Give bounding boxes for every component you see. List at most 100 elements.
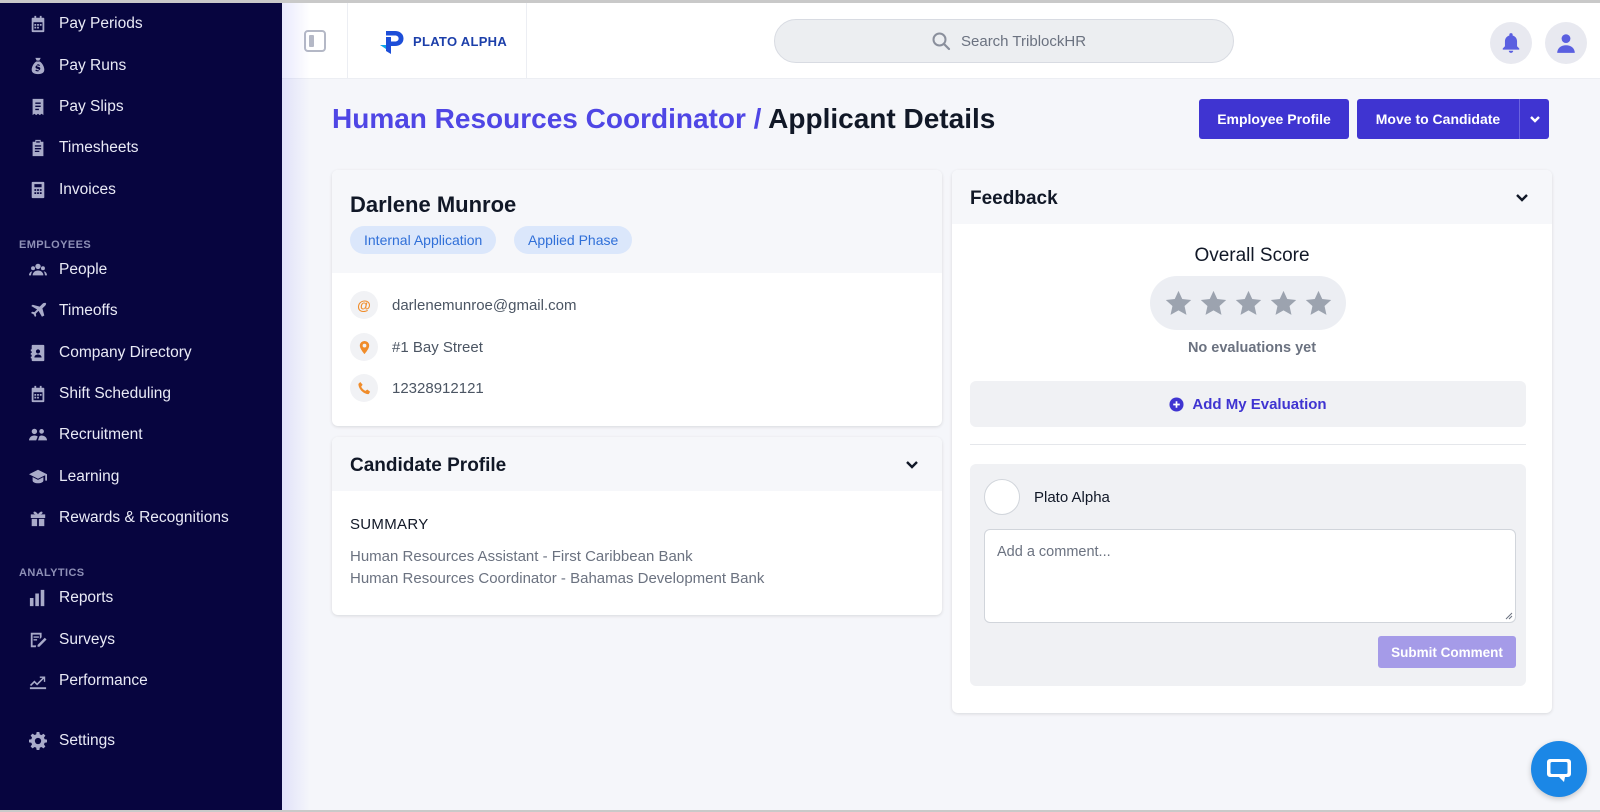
sidebar-item-pay-periods[interactable]: Pay Periods <box>0 8 282 40</box>
address-book-icon <box>28 343 48 363</box>
section-title-analytics: ANALYTICS <box>19 567 85 579</box>
top-bar: PLATO ALPHA <box>282 3 1600 79</box>
star-icon[interactable] <box>1234 289 1263 318</box>
logo-text: PLATO ALPHA <box>413 33 508 49</box>
plato-alpha-logo-icon <box>380 31 404 54</box>
divider <box>347 3 348 79</box>
submit-comment-button[interactable]: Submit Comment <box>1378 636 1516 668</box>
notifications-button[interactable] <box>1490 22 1532 64</box>
logo[interactable]: PLATO ALPHA <box>377 25 507 57</box>
trend-line-icon <box>28 671 48 691</box>
calculator-icon <box>28 180 48 200</box>
section-title-employees: EMPLOYEES <box>19 239 92 251</box>
sidebar-item-label: Learning <box>59 468 120 485</box>
applicant-card: Darlene Munroe Internal Application Appl… <box>332 170 942 426</box>
sidebar-item-reports[interactable]: Reports <box>0 582 282 614</box>
comment-input[interactable] <box>984 529 1516 623</box>
chevron-down-icon <box>1529 116 1540 123</box>
sidebar-item-label: Pay Slips <box>59 98 124 115</box>
candidate-profile-card: Candidate Profile SUMMARY Human Resource… <box>332 437 942 615</box>
applicant-name: Darlene Munroe <box>350 192 517 217</box>
chevron-down-icon[interactable] <box>904 456 920 472</box>
sidebar-item-pay-runs[interactable]: Pay Runs <box>0 50 282 82</box>
gift-icon <box>28 508 48 528</box>
avatar <box>984 479 1020 515</box>
phone-icon <box>350 374 378 402</box>
search-bar[interactable] <box>774 19 1234 63</box>
bar-chart-icon <box>28 588 48 608</box>
email-row: @ darlenemunroe@gmail.com <box>350 291 576 319</box>
sidebar-item-label: Performance <box>59 672 148 689</box>
resize-handle-icon[interactable] <box>1505 612 1513 620</box>
badge-applied-phase: Applied Phase <box>514 226 633 254</box>
sidebar-item-learning[interactable]: Learning <box>0 461 282 493</box>
sidebar-item-company-directory[interactable]: Company Directory <box>0 337 282 369</box>
at-sign-icon: @ <box>350 291 378 319</box>
chevron-down-icon[interactable] <box>1514 189 1530 205</box>
sidebar-item-label: Shift Scheduling <box>59 385 172 402</box>
feedback-card: Feedback Overall Score No evaluations ye… <box>952 170 1552 713</box>
sidebar-item-timeoffs[interactable]: Timeoffs <box>0 295 282 327</box>
sidebar-item-label: Timesheets <box>59 139 139 156</box>
sidebar-item-performance[interactable]: Performance <box>0 665 282 697</box>
applicant-phone[interactable]: 12328912121 <box>392 380 484 397</box>
applicant-email[interactable]: darlenemunroe@gmail.com <box>392 297 576 314</box>
sidebar-item-label: Timeoffs <box>59 302 118 319</box>
sidebar-item-surveys[interactable]: Surveys <box>0 624 282 656</box>
star-icon[interactable] <box>1164 289 1193 318</box>
summary-line: Human Resources Coordinator - Bahamas De… <box>350 570 765 587</box>
sidebar-item-people[interactable]: People <box>0 254 282 286</box>
user-profile-button[interactable] <box>1545 22 1587 64</box>
sidebar-item-recruitment[interactable]: Recruitment <box>0 419 282 451</box>
gear-icon <box>28 731 48 751</box>
add-evaluation-button[interactable]: Add My Evaluation <box>970 381 1526 427</box>
star-icon[interactable] <box>1304 289 1333 318</box>
summary-label: SUMMARY <box>350 516 429 533</box>
recruitment-icon <box>28 425 48 445</box>
sidebar-toggle-icon[interactable] <box>304 30 326 52</box>
overall-score-label: Overall Score <box>1194 245 1310 266</box>
candidate-profile-title: Candidate Profile <box>350 455 507 476</box>
map-pin-icon <box>350 333 378 361</box>
sidebar-item-label: Settings <box>59 732 116 749</box>
clipboard-icon <box>28 138 48 158</box>
graduation-cap-icon <box>28 467 48 487</box>
sidebar-item-pay-slips[interactable]: Pay Slips <box>0 91 282 123</box>
page-title: Human Resources Coordinator / Applicant … <box>332 103 995 135</box>
main-content: PLATO ALPHA Human Resources Coordinator … <box>282 3 1600 810</box>
move-to-candidate-button[interactable]: Move to Candidate <box>1357 99 1519 139</box>
employee-profile-button[interactable]: Employee Profile <box>1199 99 1349 139</box>
sidebar-item-shift-scheduling[interactable]: Shift Scheduling <box>0 378 282 410</box>
address-row: #1 Bay Street <box>350 333 483 361</box>
move-options-dropdown-button[interactable] <box>1519 99 1549 139</box>
search-icon <box>932 32 951 51</box>
sidebar-item-settings[interactable]: Settings <box>0 725 282 757</box>
breadcrumb-job-title[interactable]: Human Resources Coordinator <box>332 103 746 134</box>
sidebar-item-label: Surveys <box>59 631 115 648</box>
plane-icon <box>28 301 48 321</box>
sidebar-item-timesheets[interactable]: Timesheets <box>0 132 282 164</box>
sidebar-item-rewards-recognitions[interactable]: Rewards & Recognitions <box>0 502 282 534</box>
money-bag-icon <box>28 56 48 76</box>
feedback-title: Feedback <box>970 188 1058 209</box>
summary-line: Human Resources Assistant - First Caribb… <box>350 548 693 565</box>
search-input[interactable] <box>961 32 1161 50</box>
breadcrumb-separator: / <box>753 103 762 134</box>
star-icon[interactable] <box>1269 289 1298 318</box>
badge-internal-application: Internal Application <box>350 226 497 254</box>
star-icon[interactable] <box>1199 289 1228 318</box>
calendar-icon <box>28 14 48 34</box>
divider <box>526 3 527 79</box>
sidebar-item-label: Invoices <box>59 181 116 198</box>
chat-widget-button[interactable] <box>1531 741 1587 797</box>
divider <box>970 444 1526 445</box>
breadcrumb-current: Applicant Details <box>768 103 996 134</box>
sidebar-item-invoices[interactable]: Invoices <box>0 174 282 206</box>
no-evaluations-text: No evaluations yet <box>1187 340 1317 356</box>
people-icon <box>28 260 48 280</box>
survey-icon <box>28 630 48 650</box>
plus-circle-icon <box>1169 396 1184 412</box>
phone-row: 12328912121 <box>350 374 484 402</box>
applicant-card-header <box>332 170 942 273</box>
sidebar: Pay Periods Pay Runs Pay Slips Timesheet… <box>0 3 282 810</box>
